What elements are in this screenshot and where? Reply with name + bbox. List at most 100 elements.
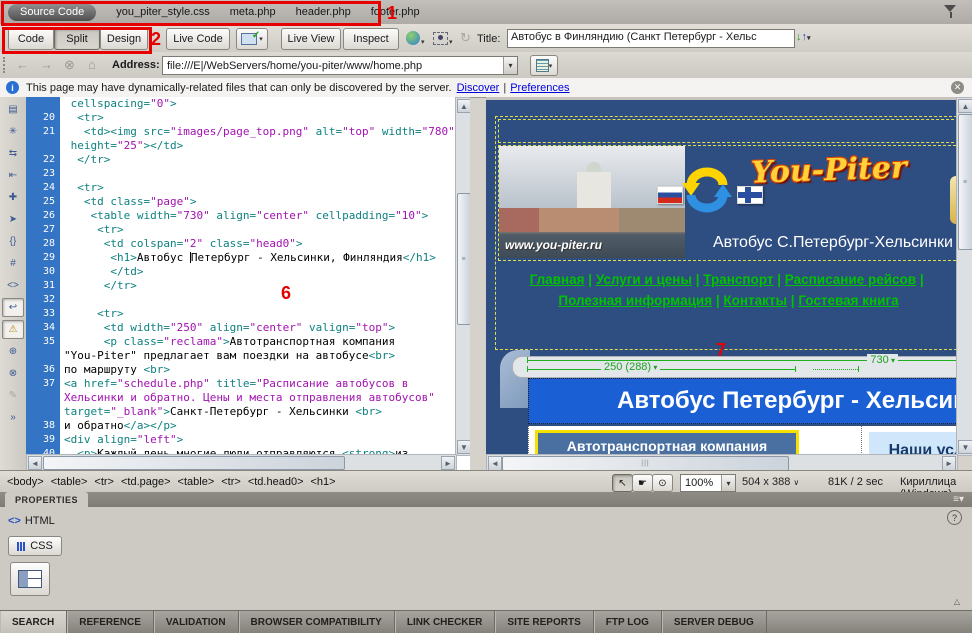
- compat-dropdown-arrow[interactable]: ▾: [449, 38, 453, 46]
- reclama-cell[interactable]: Автотранспортная компания "You-Piter" пр…: [535, 430, 799, 454]
- design-nav-link[interactable]: Полезная информация: [558, 293, 712, 308]
- tag-path-item[interactable]: <table>: [178, 476, 215, 488]
- code-line[interactable]: 28 <td colspan="2" class="head0">: [26, 237, 455, 251]
- title-input[interactable]: Автобус в Финляндию (Санкт Петербург - Х…: [507, 29, 795, 48]
- results-tab-validation[interactable]: VALIDATION: [154, 611, 239, 633]
- split-view-button[interactable]: Split: [54, 28, 100, 50]
- window-size-combo[interactable]: 504 x 388∨: [742, 476, 799, 488]
- related-file-tab[interactable]: header.php: [296, 6, 351, 18]
- design-nav-link[interactable]: Расписание рейсов: [785, 272, 916, 287]
- inspect-button[interactable]: Inspect: [343, 28, 399, 50]
- remove-comment-icon[interactable]: ⊗: [2, 364, 24, 383]
- code-line[interactable]: 20 <tr>: [26, 111, 455, 125]
- back-icon[interactable]: ←: [16, 57, 29, 72]
- code-line[interactable]: 35 <p class="reclama">Автотранспортная к…: [26, 335, 455, 349]
- collapse-selection-icon[interactable]: ⇤: [2, 166, 24, 185]
- select-tool-icon[interactable]: ↖: [612, 474, 633, 492]
- code-line[interactable]: cellspacing="0">: [26, 97, 455, 111]
- code-line[interactable]: 31 </tr>: [26, 279, 455, 293]
- design-nav-link[interactable]: Услуги и цены: [596, 272, 692, 287]
- address-input[interactable]: file:///E|/WebServers/home/you-piter/www…: [162, 56, 518, 75]
- check-browser-compatibility-icon[interactable]: [433, 32, 448, 45]
- help-icon[interactable]: ?: [947, 510, 962, 525]
- css-mode-button[interactable]: CSS: [8, 536, 62, 556]
- balance-braces-icon[interactable]: {}: [2, 232, 24, 251]
- forward-icon[interactable]: →: [40, 57, 53, 72]
- highlight-invalid-code-icon[interactable]: <>: [2, 276, 24, 295]
- expand-all-icon[interactable]: ✚: [2, 188, 24, 207]
- design-nav-link[interactable]: Гостевая книга: [798, 293, 898, 308]
- code-line[interactable]: 40 <p>Каждый день многие люди отправляют…: [26, 447, 455, 454]
- tag-path-item[interactable]: <table>: [51, 476, 88, 488]
- syntax-error-alerts-icon[interactable]: ⚠: [2, 320, 24, 339]
- results-tab-reference[interactable]: REFERENCE: [67, 611, 154, 633]
- code-editor[interactable]: cellspacing="0">20 <tr>21 <td><img src="…: [26, 97, 455, 454]
- code-line[interactable]: 22 </tr>: [26, 153, 455, 167]
- design-nav-link[interactable]: Транспорт: [703, 272, 773, 287]
- code-line[interactable]: 23: [26, 167, 455, 181]
- collapse-panel-icon[interactable]: △: [954, 597, 960, 606]
- live-view-button[interactable]: Live View: [281, 28, 341, 50]
- code-line[interactable]: height="25"></td>: [26, 139, 455, 153]
- tag-path-item[interactable]: <tr>: [94, 476, 114, 488]
- related-file-tab[interactable]: you_piter_style.css: [116, 6, 210, 18]
- apply-comment-icon[interactable]: ⊕: [2, 342, 24, 361]
- code-line[interactable]: 34 <td width="250" align="center" valign…: [26, 321, 455, 335]
- results-tab-ftp-log[interactable]: FTP LOG: [594, 611, 662, 633]
- code-line[interactable]: 30 </td>: [26, 265, 455, 279]
- zoom-tool-icon[interactable]: ⊙: [652, 474, 673, 492]
- tag-path-item[interactable]: <td.head0>: [248, 476, 304, 488]
- live-code-button[interactable]: Live Code: [166, 28, 230, 50]
- validate-page-button[interactable]: ✓ ▾: [236, 28, 268, 50]
- stop-icon[interactable]: ⊗: [64, 57, 75, 73]
- code-view-button[interactable]: Code: [8, 28, 54, 50]
- panel-menu-icon[interactable]: ≡▾: [953, 494, 964, 505]
- code-line[interactable]: 26 <table width="730" align="center" cel…: [26, 209, 455, 223]
- column-width-label-250[interactable]: 250 (288): [601, 361, 660, 373]
- code-line[interactable]: 33 <tr>: [26, 307, 455, 321]
- table-width-bar[interactable]: 730 250 (288): [512, 356, 956, 378]
- table-width-label-730[interactable]: 730: [867, 354, 898, 366]
- results-tab-server-debug[interactable]: SERVER DEBUG: [662, 611, 767, 633]
- hand-tool-icon[interactable]: ☛: [632, 474, 653, 492]
- code-line[interactable]: 25 <td class="page">: [26, 195, 455, 209]
- split-view-divider[interactable]: [470, 97, 486, 471]
- html-mode-button[interactable]: <> HTML: [8, 512, 64, 530]
- design-vertical-scrollbar[interactable]: ▲ ≡ ▼: [956, 97, 972, 456]
- properties-tab[interactable]: PROPERTIES: [5, 492, 88, 507]
- preview-dropdown-arrow[interactable]: ▾: [421, 38, 425, 46]
- design-nav-link[interactable]: Контакты: [723, 293, 787, 308]
- code-line[interactable]: 37<a href="schedule.php" title="Расписан…: [26, 377, 455, 391]
- tag-path-item[interactable]: <td.page>: [121, 476, 171, 488]
- filter-related-files-icon[interactable]: [944, 5, 958, 19]
- tag-path-item[interactable]: <tr>: [221, 476, 241, 488]
- magnification-combo[interactable]: 100%▾: [680, 474, 736, 492]
- tag-path-item[interactable]: <h1>: [311, 476, 336, 488]
- wrap-lines-icon[interactable]: ↩: [2, 298, 24, 317]
- source-code-tab[interactable]: Source Code: [8, 4, 96, 21]
- code-line[interactable]: 39<div align="left">: [26, 433, 455, 447]
- more-icons-chevron[interactable]: »: [2, 408, 24, 427]
- preview-in-browser-icon[interactable]: [406, 31, 420, 45]
- design-view-button[interactable]: Design: [100, 28, 148, 50]
- code-line[interactable]: 38и обратно</a></p>: [26, 419, 455, 433]
- results-tab-browser-compatibility[interactable]: BROWSER COMPATIBILITY: [239, 611, 395, 633]
- file-management-icon[interactable]: ↓↑▾: [796, 31, 811, 43]
- related-file-tab[interactable]: footer.php: [371, 6, 420, 18]
- page-heading-h1[interactable]: Автобус Петербург - Хельсинки: [528, 378, 956, 424]
- related-file-tab[interactable]: meta.php: [230, 6, 276, 18]
- code-line[interactable]: 24 <tr>: [26, 181, 455, 195]
- results-tab-search[interactable]: SEARCH: [0, 611, 67, 633]
- code-line[interactable]: 21 <td><img src="images/page_top.png" al…: [26, 125, 455, 139]
- line-numbers-icon[interactable]: #: [2, 254, 24, 273]
- results-tab-site-reports[interactable]: SITE REPORTS: [495, 611, 593, 633]
- code-line[interactable]: 32: [26, 293, 455, 307]
- code-line[interactable]: "You-Piter" предлагает вам поездки на ав…: [26, 349, 455, 363]
- code-line[interactable]: 27 <tr>: [26, 223, 455, 237]
- toolbar-grip[interactable]: [3, 57, 8, 73]
- tag-path-item[interactable]: <body>: [7, 476, 44, 488]
- open-documents-icon[interactable]: ▤: [2, 100, 24, 119]
- code-line[interactable]: 36по маршруту <br>: [26, 363, 455, 377]
- home-icon[interactable]: ⌂: [88, 57, 96, 72]
- select-parent-tag-icon[interactable]: ➤: [2, 210, 24, 229]
